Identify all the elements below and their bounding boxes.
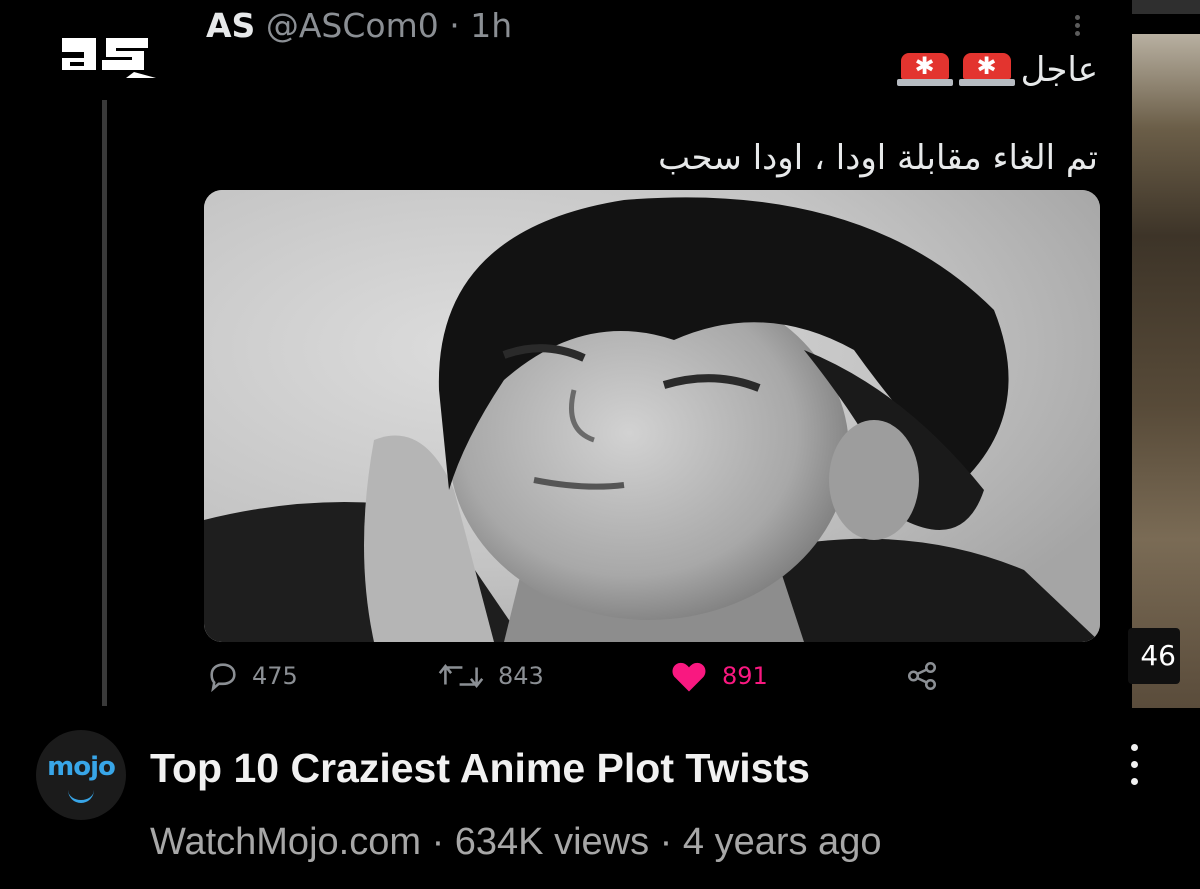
- tweet-header: AS @ASCom0 · 1h: [206, 6, 512, 46]
- thread-line: [102, 100, 107, 706]
- duration-badge: 46: [1128, 628, 1180, 684]
- like-count: 891: [722, 662, 768, 690]
- heart-icon: [672, 662, 706, 692]
- breaking-label: عاجل: [1020, 50, 1098, 90]
- reply-count: 475: [252, 662, 298, 690]
- view-count: 634K views: [454, 821, 650, 863]
- meta-separator: ·: [431, 821, 445, 863]
- siren-icon: ✱: [958, 53, 1015, 87]
- display-name[interactable]: AS: [206, 6, 255, 45]
- video-more-icon[interactable]: [1122, 744, 1146, 800]
- tweet-card[interactable]: AS @ASCom0 · 1h عاجل ✱ ✱ تم الغاء مقابلة…: [0, 0, 1132, 708]
- share-button[interactable]: [902, 654, 942, 698]
- reply-button[interactable]: 475: [206, 654, 298, 698]
- retweet-count: 843: [498, 662, 544, 690]
- video-title[interactable]: Top 10 Craziest Anime Plot Twists: [150, 742, 810, 794]
- next-thumbnail-top: [1132, 0, 1200, 14]
- next-video-thumbnail[interactable]: [1132, 34, 1200, 708]
- channel-avatar[interactable]: mojo: [36, 730, 126, 820]
- tweet-actions: 475 843 891: [206, 654, 946, 698]
- tweet-text-line-2: تم الغاء مقابلة اودا ، اودا سحب: [658, 138, 1098, 178]
- smile-icon: [68, 788, 94, 803]
- channel-avatar-text: mojo: [47, 752, 116, 782]
- reply-icon: [210, 663, 236, 693]
- as-logo-icon[interactable]: [56, 26, 158, 82]
- page: AS @ASCom0 · 1h عاجل ✱ ✱ تم الغاء مقابلة…: [0, 0, 1200, 889]
- timestamp[interactable]: 1h: [470, 6, 512, 45]
- retweet-icon: [438, 664, 484, 688]
- siren-icon: ✱: [896, 53, 953, 87]
- share-icon: [907, 661, 937, 691]
- tweet-photo[interactable]: [204, 190, 1100, 642]
- meta-separator: ·: [659, 821, 673, 863]
- header-separator: ·: [449, 6, 460, 45]
- handle[interactable]: @ASCom0: [266, 6, 439, 45]
- portrait-image: [204, 190, 1100, 642]
- retweet-button[interactable]: 843: [436, 654, 544, 698]
- channel-name[interactable]: WatchMojo.com: [150, 821, 421, 863]
- like-button[interactable]: 891: [668, 654, 768, 698]
- video-meta: WatchMojo.com · 634K views · 4 years ago: [150, 818, 881, 866]
- tweet-more-icon[interactable]: [1062, 12, 1092, 42]
- tweet-text-line-1: عاجل ✱ ✱: [896, 50, 1098, 90]
- upload-age: 4 years ago: [682, 821, 882, 863]
